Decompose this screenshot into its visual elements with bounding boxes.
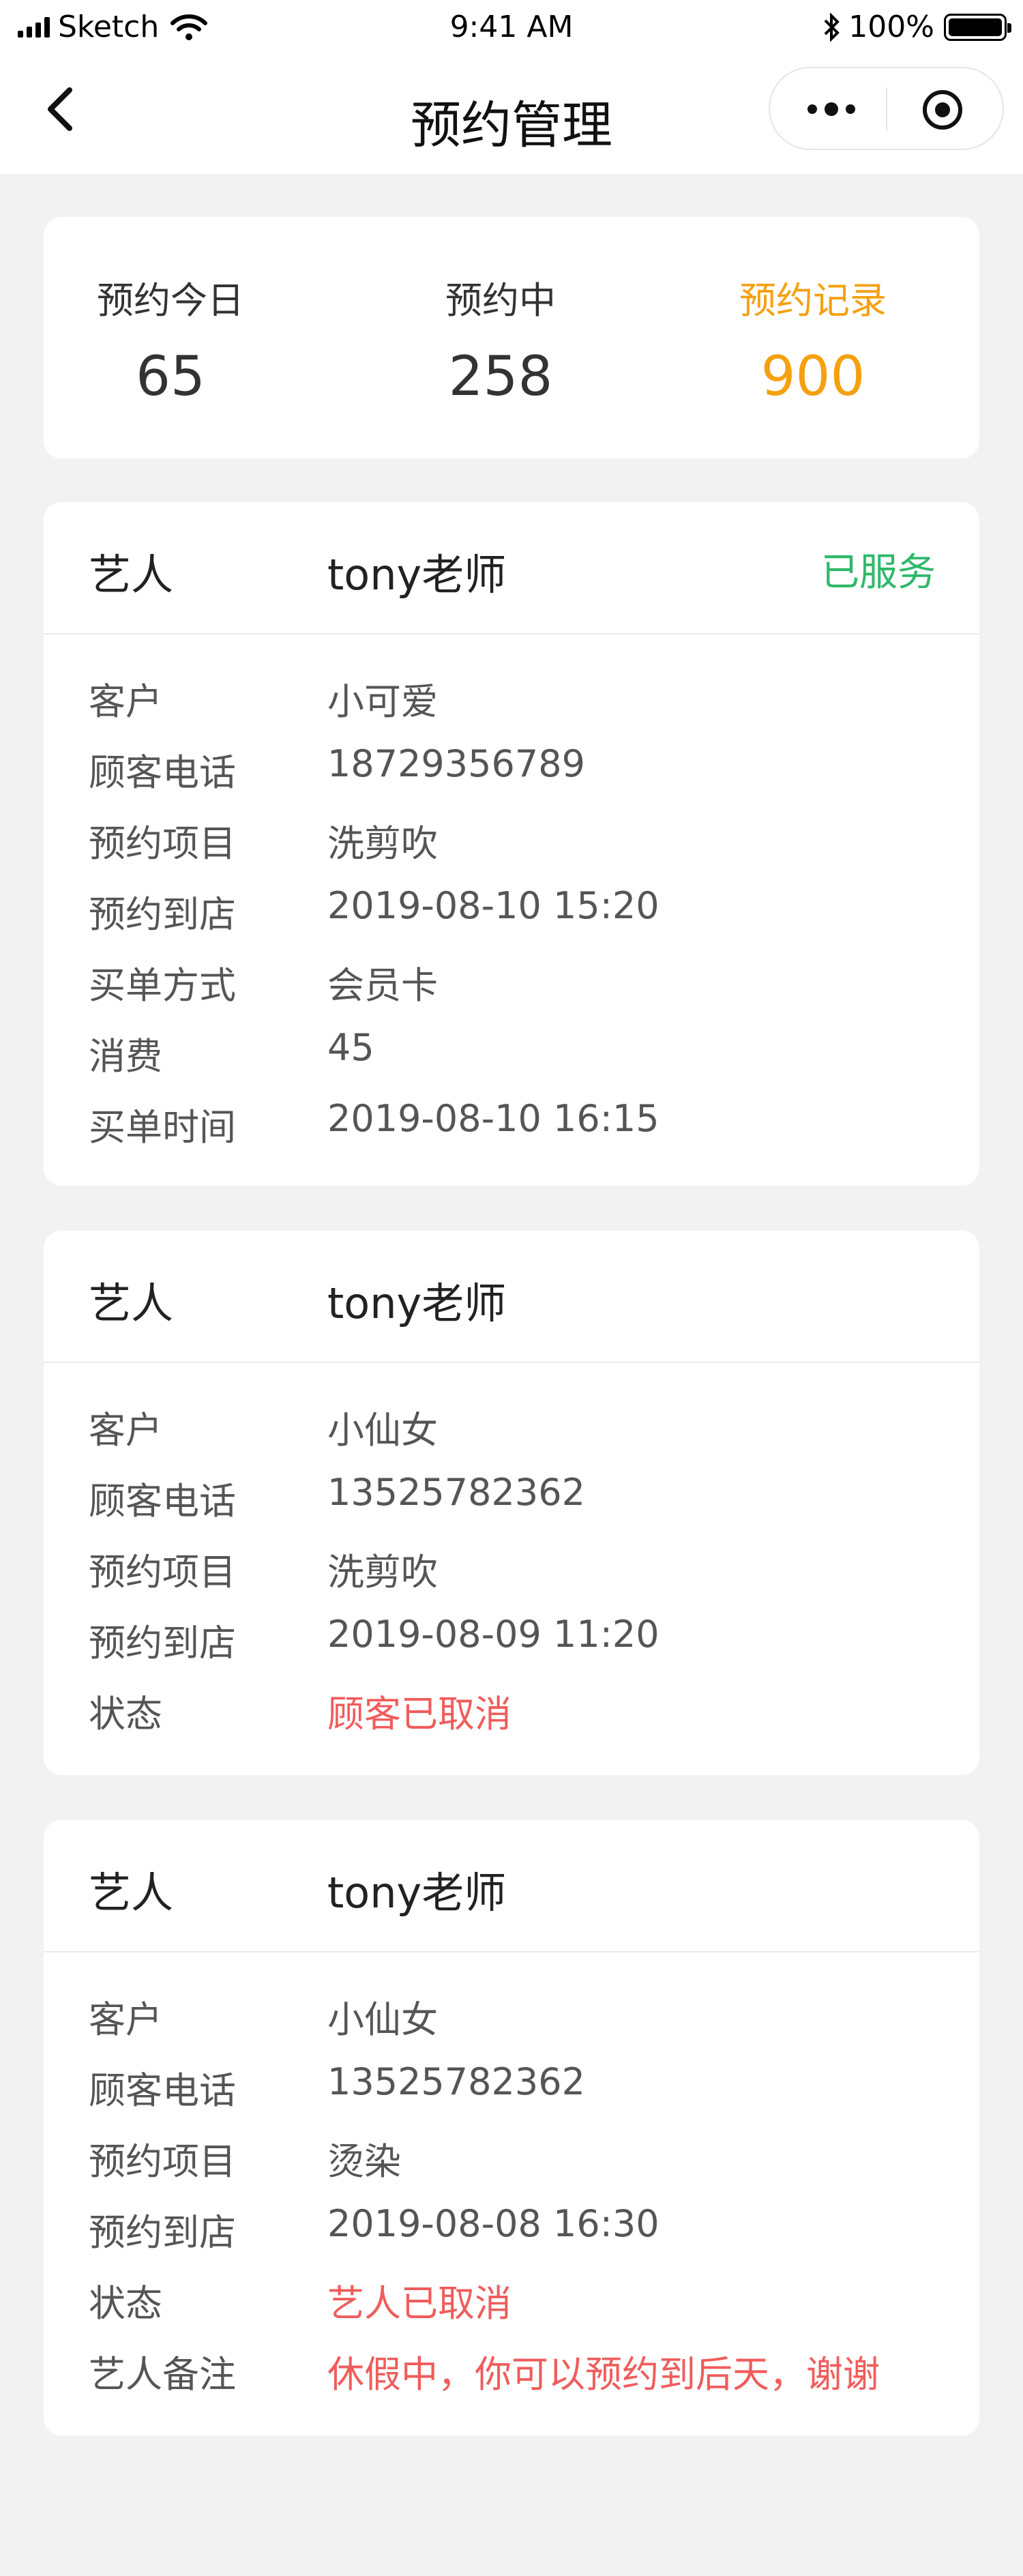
stat-today[interactable]: 预约今日 65 <box>34 270 307 408</box>
appointment-card[interactable]: 艺人 tony老师 已服务 客户 小可爱 顾客电话 18729356789 预约项目… <box>44 502 979 1186</box>
detail-key: 预约项目 <box>89 822 236 865</box>
detail-key: 预约项目 <box>89 2140 236 2183</box>
detail-row: 买单时间 2019-08-10 16:15 <box>44 1087 979 1158</box>
detail-row: 状态 艺人已取消 <box>44 2264 979 2334</box>
detail-row: 艺人备注 休假中，你可以预约到后天，谢谢 <box>44 2334 979 2405</box>
stat-pending[interactable]: 预约中 258 <box>364 270 637 408</box>
detail-key: 艺人备注 <box>89 2353 236 2396</box>
stat-records-label: 预约记录 <box>739 279 887 322</box>
stat-records-value: 900 <box>760 345 865 408</box>
detail-row: 预约项目 烫染 <box>44 2122 979 2193</box>
stat-records[interactable]: 预约记录 900 <box>677 270 949 408</box>
detail-row: 预约项目 洗剪吹 <box>44 804 979 875</box>
mini-program-capsule <box>769 67 1004 150</box>
detail-key: 客户 <box>89 680 162 723</box>
more-dots-icon[interactable] <box>804 91 859 127</box>
cancel-status: 艺人已取消 <box>327 2282 512 2325</box>
battery-icon <box>944 13 1011 41</box>
status-badge: 已服务 <box>821 551 936 595</box>
detail-value: 烫染 <box>327 2140 401 2183</box>
stat-today-label: 预约今日 <box>97 279 244 322</box>
detail-list: 客户 小可爱 顾客电话 18729356789 预约项目 洗剪吹 预约到店 2019-0… <box>44 634 979 1158</box>
detail-key: 顾客电话 <box>89 751 236 794</box>
appointment-card[interactable]: 艺人 tony老师 客户 小仙女 顾客电话 13525782362 预约项目 洗剪吹 … <box>44 1231 979 1775</box>
detail-value: 会员卡 <box>327 964 438 1007</box>
target-icon[interactable] <box>919 89 966 131</box>
detail-row: 客户 小仙女 <box>44 1980 979 2051</box>
detail-key: 买单时间 <box>89 1106 236 1149</box>
detail-key: 预约项目 <box>89 1551 236 1594</box>
detail-row: 预约到店 2019-08-09 11:20 <box>44 1603 979 1674</box>
detail-key: 顾客电话 <box>89 1480 236 1523</box>
detail-row: 客户 小可爱 <box>44 662 979 733</box>
detail-key: 状态 <box>89 1693 162 1736</box>
detail-list: 客户 小仙女 顾客电话 13525782362 预约项目 洗剪吹 预约到店 2019-0… <box>44 1363 979 1745</box>
detail-value: 18729356789 <box>327 742 585 785</box>
detail-row: 买单方式 会员卡 <box>44 946 979 1016</box>
detail-value: 2019-08-10 15:20 <box>327 884 659 927</box>
detail-value: 小仙女 <box>327 1998 438 2041</box>
detail-key: 消费 <box>89 1035 162 1078</box>
detail-key: 买单方式 <box>89 964 236 1007</box>
detail-value: 2019-08-10 16:15 <box>327 1097 659 1140</box>
detail-value: 洗剪吹 <box>327 1551 438 1594</box>
detail-value: 小仙女 <box>327 1409 438 1452</box>
artist-label: 艺人 <box>89 550 174 600</box>
detail-value: 45 <box>327 1026 374 1069</box>
detail-key: 预约到店 <box>89 2211 236 2254</box>
detail-row: 顾客电话 13525782362 <box>44 1461 979 1532</box>
detail-row: 预约项目 洗剪吹 <box>44 1532 979 1603</box>
artist-name: tony老师 <box>327 1278 507 1328</box>
top-bar: Sketch 9:41 AM 100% 预约管理 <box>0 0 1023 174</box>
artist-note: 休假中，你可以预约到后天，谢谢 <box>327 2353 880 2396</box>
detail-key: 预约到店 <box>89 893 236 936</box>
artist-label: 艺人 <box>89 1868 174 1918</box>
detail-list: 客户 小仙女 顾客电话 13525782362 预约项目 烫染 预约到店 2019-08… <box>44 1952 979 2405</box>
stat-today-value: 65 <box>136 345 205 408</box>
detail-row: 消费 45 <box>44 1016 979 1087</box>
detail-row: 状态 顾客已取消 <box>44 1674 979 1745</box>
detail-row: 预约到店 2019-08-10 15:20 <box>44 875 979 946</box>
cancel-status: 顾客已取消 <box>327 1693 512 1736</box>
detail-key: 预约到店 <box>89 1622 236 1665</box>
artist-label: 艺人 <box>89 1278 174 1328</box>
stats-card: 预约今日 65 预约中 258 预约记录 900 <box>44 217 979 458</box>
status-right: 100% <box>821 10 1011 44</box>
detail-row: 顾客电话 13525782362 <box>44 2051 979 2122</box>
card-header: 艺人 tony老师 <box>44 1820 979 1952</box>
detail-row: 客户 小仙女 <box>44 1390 979 1461</box>
detail-value: 13525782362 <box>327 1471 585 1514</box>
detail-key: 客户 <box>89 1998 162 2041</box>
stat-pending-value: 258 <box>448 345 553 408</box>
card-header: 艺人 tony老师 <box>44 1231 979 1363</box>
stat-pending-label: 预约中 <box>445 279 556 322</box>
detail-key: 顾客电话 <box>89 2069 236 2112</box>
detail-key: 状态 <box>89 2282 162 2325</box>
detail-value: 2019-08-08 16:30 <box>327 2202 659 2245</box>
detail-value: 小可爱 <box>327 680 438 723</box>
artist-name: tony老师 <box>327 1868 507 1918</box>
detail-value: 13525782362 <box>327 2060 585 2103</box>
artist-name: tony老师 <box>327 550 507 600</box>
card-header: 艺人 tony老师 已服务 <box>44 502 979 634</box>
capsule-divider <box>886 87 887 131</box>
detail-key: 客户 <box>89 1409 162 1452</box>
detail-value: 2019-08-09 11:20 <box>327 1613 659 1656</box>
detail-row: 顾客电话 18729356789 <box>44 733 979 804</box>
detail-value: 洗剪吹 <box>327 822 438 865</box>
status-bar: Sketch 9:41 AM 100% <box>0 0 1023 57</box>
nav-bar: 预约管理 <box>0 57 1023 172</box>
detail-row: 预约到店 2019-08-08 16:30 <box>44 2193 979 2264</box>
battery-percent: 100% <box>848 10 934 44</box>
bluetooth-icon <box>824 12 840 42</box>
appointment-card[interactable]: 艺人 tony老师 客户 小仙女 顾客电话 13525782362 预约项目 烫染 预… <box>44 1820 979 2435</box>
